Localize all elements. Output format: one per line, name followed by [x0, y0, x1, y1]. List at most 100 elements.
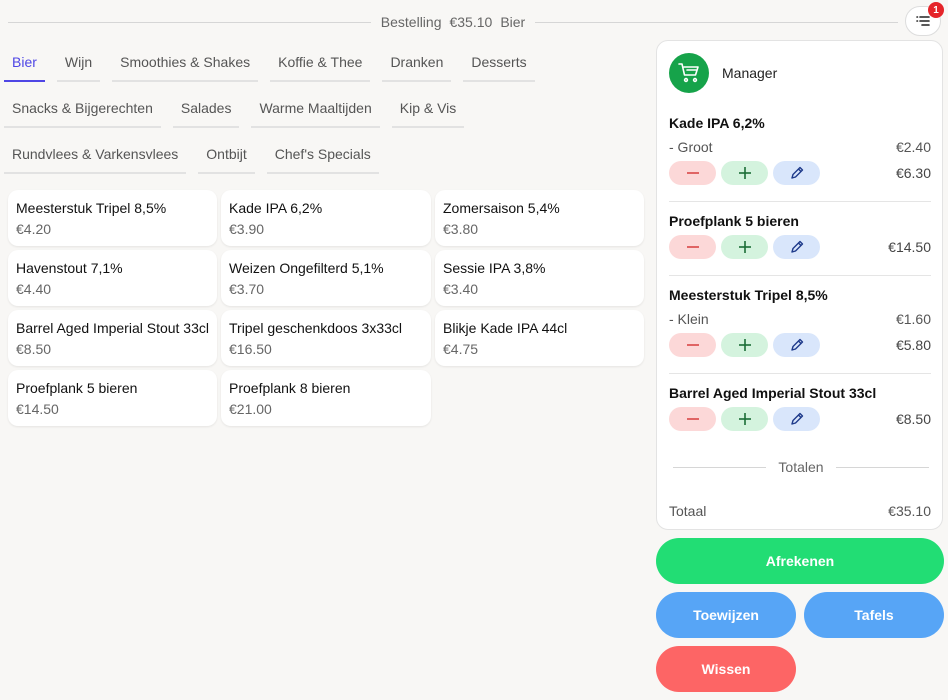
order-item-total: €14.50	[888, 239, 931, 255]
category-tab[interactable]: Bier	[4, 44, 45, 82]
category-tab[interactable]: Smoothies & Shakes	[112, 44, 259, 82]
category-tab[interactable]: Wijn	[56, 44, 101, 82]
plus-icon	[738, 241, 751, 253]
product-tile[interactable]: Barrel Aged Imperial Stout 33cl €8.50	[8, 310, 217, 366]
pencil-icon	[790, 338, 804, 352]
minus-icon	[686, 246, 699, 248]
product-price: €21.00	[229, 401, 272, 417]
order-header: Bestelling €35.10 Bier	[8, 10, 898, 34]
pencil-icon	[790, 412, 804, 426]
item-divider	[669, 275, 931, 276]
edit-button[interactable]	[773, 333, 820, 357]
category-tab[interactable]: Desserts	[463, 44, 535, 82]
edit-button[interactable]	[773, 407, 820, 431]
product-name: Kade IPA 6,2%	[229, 200, 323, 216]
current-category: Bier	[500, 14, 526, 30]
item-divider	[669, 201, 931, 202]
decrease-button[interactable]	[669, 333, 716, 357]
product-name: Sessie IPA 3,8%	[443, 260, 546, 276]
divider	[535, 21, 898, 23]
order-item-controls: €5.80	[669, 333, 931, 357]
product-name: Zomersaison 5,4%	[443, 200, 560, 216]
tables-button[interactable]: Tafels	[804, 592, 944, 638]
product-tile[interactable]: Zomersaison 5,4% €3.80	[435, 190, 644, 246]
category-tab[interactable]: Rundvlees & Varkensvlees	[4, 136, 187, 174]
user-name: Manager	[722, 65, 778, 81]
edit-button[interactable]	[773, 235, 820, 259]
list-filter-icon	[916, 16, 930, 26]
product-tile[interactable]: Weizen Ongefilterd 5,1% €3.70	[221, 250, 431, 306]
totals-label: Totalen	[778, 459, 824, 475]
order-item: Meesterstuk Tripel 8,5% - Klein €1.60 €5.80	[669, 287, 931, 357]
plus-icon	[738, 413, 751, 425]
product-tile[interactable]: Sessie IPA 3,8% €3.40	[435, 250, 644, 306]
category-tab[interactable]: Snacks & Bijgerechten	[4, 90, 161, 128]
option-label: - Klein	[669, 311, 709, 327]
decrease-button[interactable]	[669, 407, 716, 431]
order-item-name: Kade IPA 6,2%	[669, 115, 765, 131]
order-item-total: €6.30	[895, 165, 931, 181]
product-tile[interactable]: Tripel geschenkdoos 3x33cl €16.50	[221, 310, 431, 366]
order-item-controls: €8.50	[669, 407, 931, 431]
order-item: Barrel Aged Imperial Stout 33cl €8.50	[669, 385, 931, 431]
order-panel-header: Manager	[669, 53, 777, 93]
product-price: €4.40	[16, 281, 52, 297]
order-item-total: €5.80	[895, 337, 931, 353]
plus-icon	[738, 339, 751, 351]
minus-icon	[686, 172, 699, 174]
category-tab[interactable]: Salades	[172, 90, 240, 128]
category-row: Snacks & Bijgerechten Salades Warme Maalti…	[4, 90, 644, 136]
product-tile[interactable]: Blikje Kade IPA 44cl €4.75	[435, 310, 644, 366]
category-tab[interactable]: Kip & Vis	[391, 90, 465, 128]
product-price: €3.40	[443, 281, 479, 297]
order-item-option: - Klein €1.60	[669, 311, 931, 327]
increase-button[interactable]	[721, 407, 768, 431]
grand-total-value: €35.10	[888, 503, 931, 519]
order-item-total: €8.50	[895, 411, 931, 427]
product-tile[interactable]: Meesterstuk Tripel 8,5% €4.20	[8, 190, 217, 246]
increase-button[interactable]	[721, 235, 768, 259]
minus-icon	[686, 418, 699, 420]
product-grid: Meesterstuk Tripel 8,5% €4.20 Kade IPA 6,2…	[8, 190, 648, 426]
product-price: €4.20	[16, 221, 52, 237]
order-item: Kade IPA 6,2% - Groot €2.40 €6.30	[669, 115, 931, 185]
decrease-button[interactable]	[669, 161, 716, 185]
product-price: €3.80	[443, 221, 479, 237]
product-tile[interactable]: Proefplank 8 bieren €21.00	[221, 370, 431, 426]
option-price: €1.60	[895, 311, 931, 327]
category-tab[interactable]: Koffie & Thee	[270, 44, 371, 82]
product-name: Havenstout 7,1%	[16, 260, 123, 276]
product-tile[interactable]: Kade IPA 6,2% €3.90	[221, 190, 431, 246]
order-label: Bestelling	[380, 14, 442, 30]
category-tab[interactable]: Chef's Specials	[266, 136, 379, 174]
product-name: Barrel Aged Imperial Stout 33cl	[16, 320, 209, 336]
category-tab[interactable]: Ontbijt	[198, 136, 255, 174]
order-item-option: - Groot €2.40	[669, 139, 931, 155]
plus-icon	[738, 167, 751, 179]
product-price: €14.50	[16, 401, 59, 417]
decrease-button[interactable]	[669, 235, 716, 259]
category-row: Bier Wijn Smoothies & Shakes Koffie & Thee D…	[4, 44, 644, 90]
category-tab[interactable]: Dranken	[382, 44, 452, 82]
product-tile[interactable]: Havenstout 7,1% €4.40	[8, 250, 217, 306]
grand-total-row: Totaal €35.10	[669, 503, 931, 519]
product-name: Weizen Ongefilterd 5,1%	[229, 260, 384, 276]
product-price: €4.75	[443, 341, 479, 357]
increase-button[interactable]	[721, 333, 768, 357]
clear-button[interactable]: Wissen	[656, 646, 796, 692]
category-tab[interactable]: Warme Maaltijden	[251, 90, 380, 128]
item-divider	[669, 373, 931, 374]
category-row: Rundvlees & Varkensvlees Ontbijt Chef's Sp…	[4, 136, 644, 182]
checkout-button[interactable]: Afrekenen	[656, 538, 944, 584]
product-tile[interactable]: Proefplank 5 bieren €14.50	[8, 370, 217, 426]
assign-button[interactable]: Toewijzen	[656, 592, 796, 638]
product-name: Proefplank 5 bieren	[16, 380, 138, 396]
product-name: Blikje Kade IPA 44cl	[443, 320, 568, 336]
category-tabs: Bier Wijn Smoothies & Shakes Koffie & Thee D…	[4, 44, 644, 182]
product-price: €16.50	[229, 341, 272, 357]
pencil-icon	[790, 240, 804, 254]
product-price: €3.70	[229, 281, 265, 297]
increase-button[interactable]	[721, 161, 768, 185]
edit-button[interactable]	[773, 161, 820, 185]
pencil-icon	[790, 166, 804, 180]
